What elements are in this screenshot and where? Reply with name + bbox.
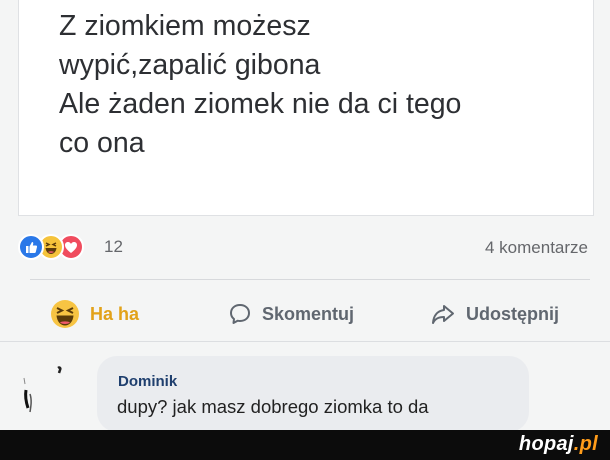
divider [0, 341, 610, 342]
comment-author[interactable]: Dominik [118, 373, 177, 390]
post-text-line: wypić,zapalić gibona [59, 49, 321, 81]
comment-area: Dominik dupy? jak masz dobrego ziomka to… [0, 346, 610, 432]
reactions-row: 12 4 komentarze [18, 234, 594, 262]
comment-bubble: Dominik dupy? jak masz dobrego ziomka to… [97, 356, 529, 432]
share-icon [432, 305, 454, 324]
reaction-icons[interactable] [18, 234, 98, 260]
comment-text: dupy? jak masz dobrego ziomka to da [117, 396, 429, 417]
actions-row: Ha ha Skomentuj Udostępnij [0, 296, 610, 332]
post-text-line: co ona [59, 127, 145, 159]
comments-count[interactable]: 4 komentarze [485, 238, 588, 258]
reaction-count[interactable]: 12 [104, 237, 123, 257]
haha-face-icon [51, 300, 79, 328]
comment-icon [230, 304, 250, 324]
comment-button[interactable]: Skomentuj [228, 296, 354, 332]
footer-bar: hopaj.pl [0, 430, 610, 460]
post-text-line: Ale żaden ziomek nie da ci tego [59, 88, 462, 120]
watermark-text: hopaj [518, 433, 574, 455]
post-text-line: Z ziomkiem możesz [59, 10, 311, 42]
avatar[interactable] [18, 360, 66, 420]
like-icon [18, 234, 44, 260]
divider [30, 279, 590, 280]
comment-label: Skomentuj [262, 303, 355, 324]
post-card: Z ziomkiem możesz wypić,zapalić gibona A… [18, 0, 594, 216]
post-text: Z ziomkiem możesz wypić,zapalić gibona A… [59, 7, 589, 163]
share-button[interactable]: Udostępnij [430, 296, 559, 332]
watermark-logo: hopaj.pl [519, 433, 598, 456]
haha-button[interactable]: Ha ha [50, 296, 139, 332]
watermark-suffix: .pl [573, 433, 598, 455]
haha-label: Ha ha [90, 303, 140, 324]
share-label: Udostępnij [466, 303, 559, 324]
